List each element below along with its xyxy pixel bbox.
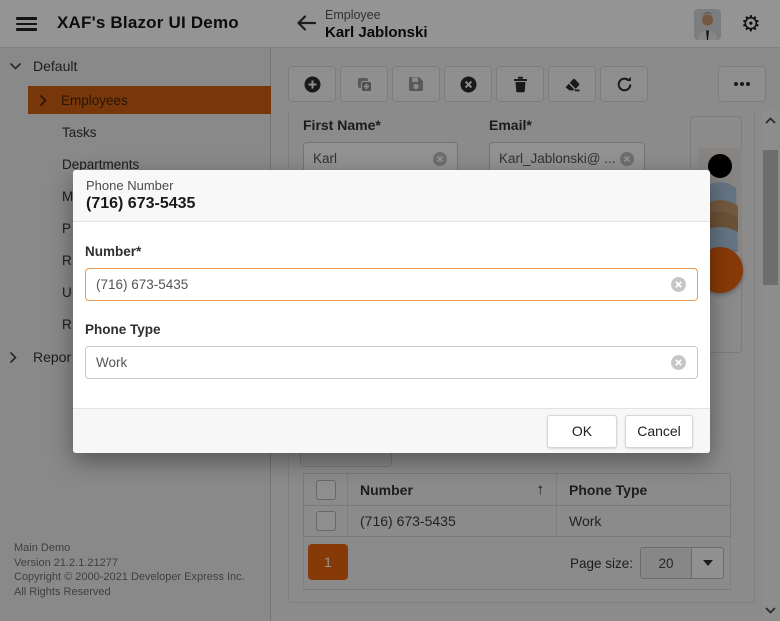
dialog-body: Number* (716) 673-5435 Phone Type Work [73,222,710,408]
dialog-footer: OK Cancel [73,408,710,453]
ok-button[interactable]: OK [547,415,617,448]
phone-type-field[interactable]: Work [85,346,698,379]
dialog-subtitle: (716) 673-5435 [86,195,698,213]
phone-type-value: Work [96,355,127,370]
cancel-button[interactable]: Cancel [625,415,693,448]
number-label: Number* [85,244,698,259]
clear-icon[interactable] [670,276,687,293]
number-value: (716) 673-5435 [96,277,188,292]
dialog-header: Phone Number (716) 673-5435 [73,170,710,222]
phone-number-dialog: Phone Number (716) 673-5435 Number* (716… [73,170,710,453]
number-field[interactable]: (716) 673-5435 [85,268,698,301]
clear-icon[interactable] [670,354,687,371]
dialog-title: Phone Number [86,178,698,193]
phone-type-label: Phone Type [85,322,698,337]
